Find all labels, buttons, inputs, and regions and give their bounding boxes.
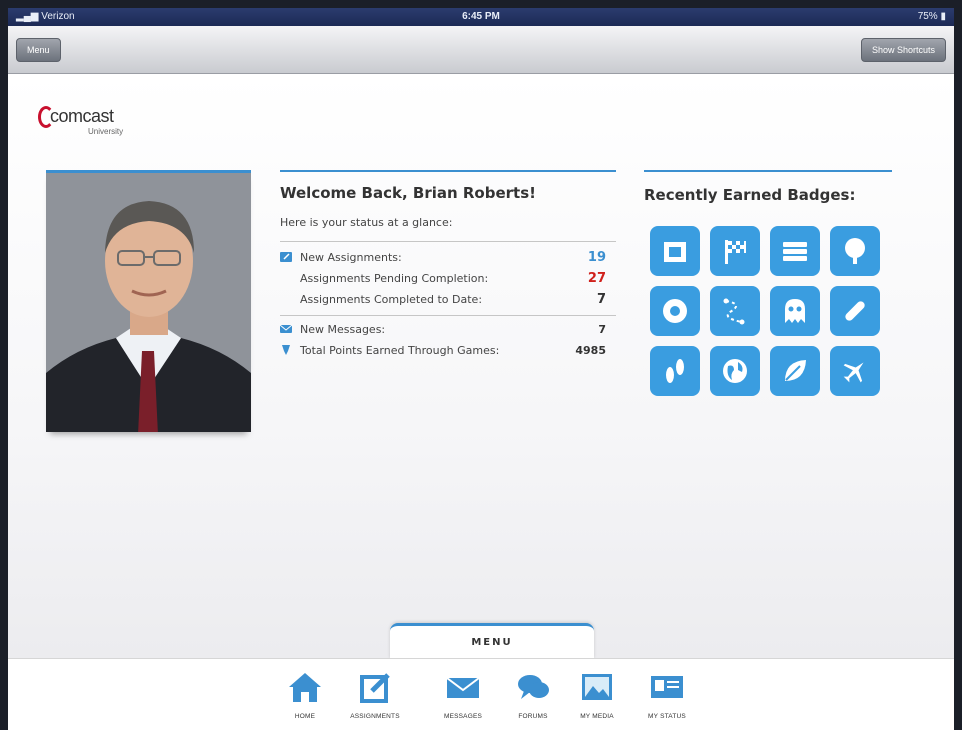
image-icon — [582, 674, 612, 700]
stat-value: 27 — [587, 271, 606, 286]
user-avatar — [46, 170, 251, 432]
nav-my-media[interactable]: MY MEDIA — [562, 671, 632, 720]
divider — [280, 241, 616, 242]
stat-label: Total Points Earned Through Games: — [300, 344, 500, 357]
stat-completed[interactable]: Assignments Completed to Date: 7 — [280, 288, 616, 309]
menu-tab[interactable]: MENU — [390, 623, 594, 659]
envelope-icon — [446, 677, 480, 698]
comcast-university-logo: comcast University — [38, 102, 168, 142]
leaf-icon[interactable] — [770, 346, 820, 396]
nav-label: FORUMS — [518, 713, 548, 720]
stat-label: Assignments Pending Completion: — [300, 272, 489, 285]
stat-new-assignments[interactable]: New Assignments: 19 — [280, 246, 616, 267]
home-icon — [289, 673, 321, 702]
app-frame: ▂▄▆ Verizon 6:45 PM 75% ▮ Menu Show Shor… — [8, 8, 954, 730]
battery-indicator: 75% ▮ — [918, 11, 946, 22]
nav-label: MESSAGES — [443, 713, 483, 720]
trophy-icon — [282, 345, 290, 355]
nav-forums[interactable]: FORUMS — [498, 671, 568, 720]
stat-value: 7 — [596, 292, 606, 307]
life-preserver-icon[interactable] — [650, 286, 700, 336]
globe-icon[interactable] — [710, 346, 760, 396]
menu-button[interactable]: Menu — [16, 38, 61, 62]
ghost-icon[interactable] — [770, 286, 820, 336]
divider — [280, 315, 616, 316]
path-icon[interactable] — [710, 286, 760, 336]
profile-photo — [46, 173, 251, 432]
status-panel: Welcome Back, Brian Roberts! Here is you… — [280, 170, 616, 360]
ios-status-bar: ▂▄▆ Verizon 6:45 PM 75% ▮ — [8, 8, 954, 26]
welcome-heading: Welcome Back, Brian Roberts! — [280, 184, 536, 202]
badges-heading: Recently Earned Badges: — [644, 186, 856, 204]
logo-subtitle: University — [88, 127, 124, 136]
stat-pending[interactable]: Assignments Pending Completion: 27 — [280, 267, 616, 288]
nav-assignments[interactable]: ASSIGNMENTS — [340, 671, 410, 720]
top-toolbar: Menu Show Shortcuts — [8, 26, 954, 74]
edit-icon — [280, 252, 292, 262]
clock: 6:45 PM — [462, 11, 500, 22]
badges-panel: Recently Earned Badges: — [644, 170, 892, 396]
stat-label: Assignments Completed to Date: — [300, 293, 483, 306]
stat-value: 7 — [598, 323, 606, 336]
nav-messages[interactable]: MESSAGES — [428, 671, 498, 720]
battery-icon: ▮ — [940, 11, 946, 22]
nav-my-status[interactable]: MY STATUS — [632, 671, 702, 720]
nav-label: HOME — [294, 713, 316, 720]
bandage-icon[interactable] — [830, 286, 880, 336]
edit-icon — [360, 673, 390, 703]
checkered-flag-icon[interactable] — [710, 226, 760, 276]
stat-new-messages[interactable]: New Messages: 7 — [280, 318, 616, 339]
airplane-icon[interactable] — [830, 346, 880, 396]
nav-label: MY MEDIA — [580, 713, 614, 720]
stat-value: 19 — [587, 250, 606, 265]
logo-brand: comcast — [50, 106, 114, 126]
bottom-nav: HOME ASSIGNMENTS MESSAGES FORUMS MY MEDI… — [8, 658, 954, 730]
nav-label: MY STATUS — [648, 713, 686, 720]
stat-value: 4985 — [575, 344, 606, 357]
chat-bubbles-icon — [518, 675, 549, 699]
status-intro: Here is your status at a glance: — [280, 216, 453, 229]
id-card-icon — [651, 676, 683, 698]
tree-icon[interactable] — [830, 226, 880, 276]
battery-percent: 75% — [917, 11, 938, 22]
envelope-icon — [280, 324, 292, 333]
stat-label: New Assignments: — [300, 251, 402, 264]
stat-label: New Messages: — [300, 323, 386, 336]
books-icon[interactable] — [770, 226, 820, 276]
footprints-icon[interactable] — [650, 346, 700, 396]
show-shortcuts-button[interactable]: Show Shortcuts — [860, 38, 946, 62]
nav-home[interactable]: HOME — [270, 671, 340, 720]
recycle-icon[interactable] — [650, 226, 700, 276]
nav-label: ASSIGNMENTS — [350, 713, 400, 720]
stat-points[interactable]: Total Points Earned Through Games: 4985 — [280, 339, 616, 360]
